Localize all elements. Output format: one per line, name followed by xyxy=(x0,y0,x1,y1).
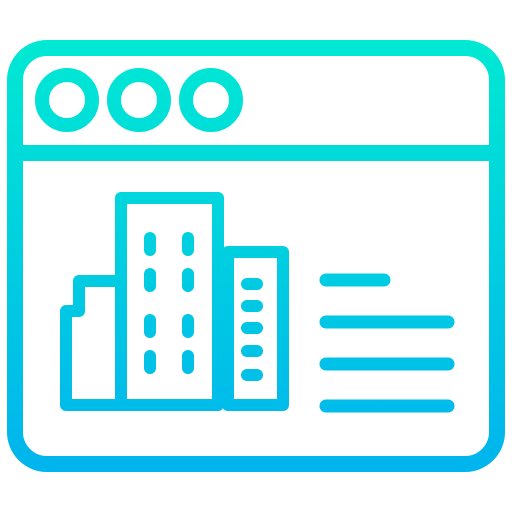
icon-canvas xyxy=(0,0,512,512)
window-control-dot-3 xyxy=(179,68,243,132)
text-lines xyxy=(319,273,455,413)
right-building-windows xyxy=(241,278,263,381)
tall-building-windows xyxy=(144,232,194,374)
window-control-dot-1 xyxy=(35,68,99,132)
small-building-icon xyxy=(60,275,127,411)
window-control-dot-2 xyxy=(107,68,171,132)
tall-building-icon xyxy=(115,192,224,411)
browser-window-building-icon xyxy=(7,40,505,472)
